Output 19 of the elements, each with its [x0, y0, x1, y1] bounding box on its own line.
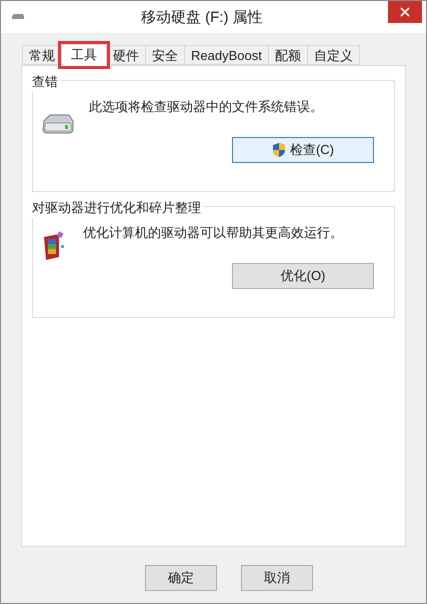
- drive-icon: [11, 13, 25, 21]
- dialog-button[interactable]: 确定: [145, 565, 217, 591]
- dialog-button[interactable]: 取消: [241, 565, 313, 591]
- tab[interactable]: ReadyBoost: [184, 45, 269, 65]
- window-title: 移动硬盘 (F:) 属性: [141, 8, 263, 28]
- drive-icon: [41, 113, 75, 135]
- group-title: 查错: [32, 72, 61, 92]
- tab[interactable]: 自定义: [306, 45, 360, 65]
- action-button[interactable]: 优化(O): [232, 263, 374, 289]
- close-icon: [400, 7, 410, 17]
- action-button[interactable]: 检查(C): [232, 137, 374, 163]
- tab[interactable]: 工具: [61, 44, 107, 66]
- shield-icon: [272, 142, 286, 158]
- description-text: 优化计算机的驱动器可以帮助其更高效运行。: [83, 224, 343, 242]
- group-title: 对驱动器进行优化和碎片整理: [32, 198, 204, 218]
- tab[interactable]: 安全: [145, 45, 185, 65]
- close-button[interactable]: [388, 1, 422, 23]
- description-text: 此选项将检查驱动器中的文件系统错误。: [89, 98, 323, 116]
- tab[interactable]: 配额: [268, 45, 308, 65]
